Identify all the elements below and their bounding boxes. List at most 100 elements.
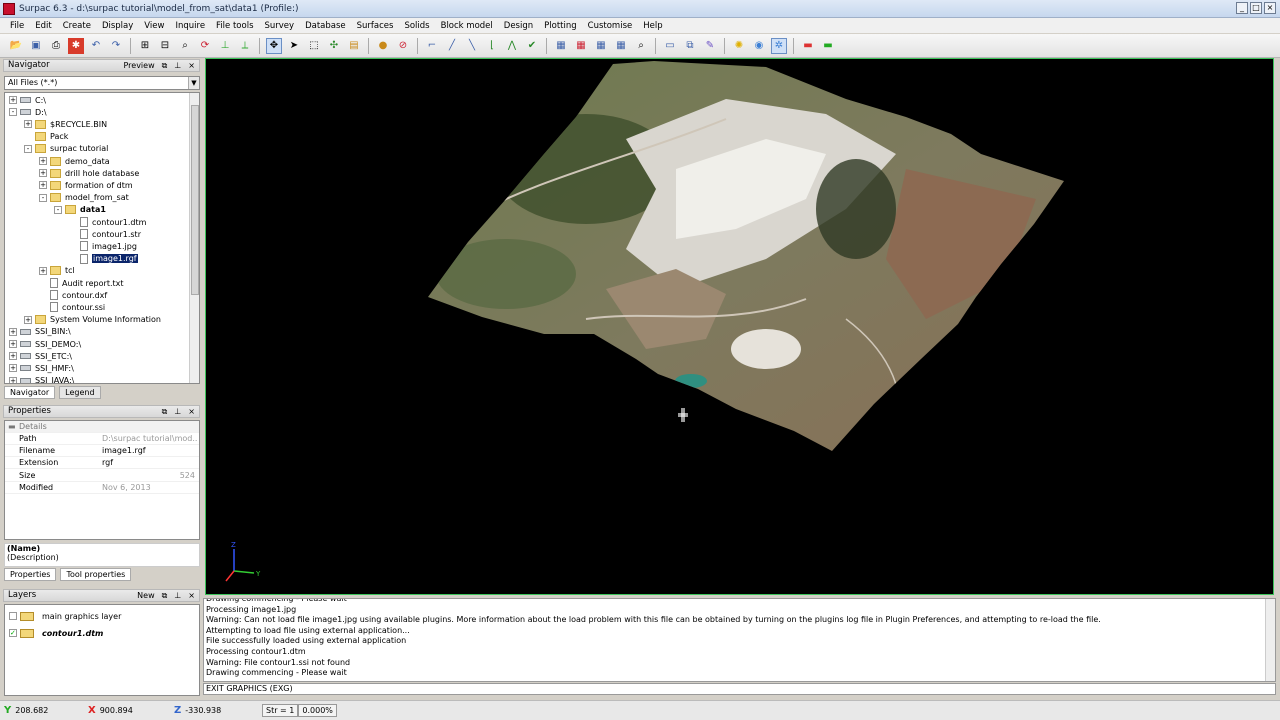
reset-icon[interactable]: ✱: [68, 37, 84, 54]
tree-item[interactable]: - model_from_sat: [39, 192, 129, 204]
expander-icon[interactable]: +: [9, 364, 17, 373]
tree-item[interactable]: + System Volume Information: [24, 314, 161, 326]
axis-icon[interactable]: ⊥: [217, 38, 233, 54]
network-icon[interactable]: ⧉: [682, 38, 698, 54]
menu-solids[interactable]: Solids: [404, 21, 429, 31]
pin-icon[interactable]: ⊥: [174, 590, 181, 601]
layers-icon[interactable]: ▤: [346, 38, 362, 54]
menu-customise[interactable]: Customise: [588, 21, 633, 31]
menu-edit[interactable]: Edit: [35, 21, 51, 31]
pin-icon[interactable]: ⊥: [174, 60, 181, 71]
grid-extents-icon[interactable]: ▦: [613, 38, 629, 54]
minimize-button[interactable]: _: [1236, 2, 1248, 14]
print-icon[interactable]: ⎙: [48, 38, 64, 54]
menu-display[interactable]: Display: [102, 21, 133, 31]
details-section[interactable]: ▬ Details: [5, 421, 199, 433]
expander-icon[interactable]: -: [9, 108, 17, 117]
point-icon[interactable]: ●: [375, 38, 391, 54]
tree-item[interactable]: - data1: [54, 204, 106, 216]
tree-item[interactable]: + demo_data: [39, 155, 110, 167]
expander-icon[interactable]: +: [39, 181, 47, 190]
expander-icon[interactable]: +: [9, 352, 17, 361]
file-filter-select[interactable]: All Files (*.*) ▼: [4, 76, 200, 90]
property-row[interactable]: Path D:\surpac tutorial\mod...: [5, 433, 199, 445]
grid-icon[interactable]: ▦: [553, 38, 569, 54]
chevron-down-icon[interactable]: ▼: [188, 77, 199, 89]
menu-survey[interactable]: Survey: [265, 21, 295, 31]
expander-icon[interactable]: +: [9, 340, 17, 348]
close-button[interactable]: ×: [1264, 2, 1276, 14]
tree-item[interactable]: contour.ssi: [39, 301, 105, 313]
tree-item[interactable]: + SSI_HMF:\: [9, 362, 74, 374]
property-row[interactable]: Size 524: [5, 470, 199, 482]
tree-item[interactable]: Audit report.txt: [39, 277, 124, 289]
expander-icon[interactable]: -: [24, 144, 32, 153]
pointer-icon[interactable]: ➤: [286, 38, 302, 54]
play-icon[interactable]: ▬: [820, 38, 836, 54]
string-icon[interactable]: ⋀: [504, 38, 520, 54]
select-mode-icon[interactable]: ✥: [266, 37, 282, 54]
tree-item[interactable]: + SSI_BIN:\: [9, 326, 71, 338]
pin-icon[interactable]: ⊥: [174, 406, 181, 417]
zoom-in-icon[interactable]: ⊞: [137, 38, 153, 54]
menu-plotting[interactable]: Plotting: [544, 21, 577, 31]
menu-block-model[interactable]: Block model: [441, 21, 493, 31]
expander-icon[interactable]: +: [9, 96, 17, 104]
tab-navigator[interactable]: Navigator: [4, 386, 56, 399]
tree-item[interactable]: image1.rgf: [69, 253, 138, 265]
property-row[interactable]: Modified Nov 6, 2013: [5, 482, 199, 494]
tree-item[interactable]: + tcl: [39, 265, 75, 277]
float-icon[interactable]: ⧉: [162, 60, 168, 71]
open-file-icon[interactable]: 📂: [8, 38, 24, 54]
view-options-icon[interactable]: ▭: [662, 38, 678, 54]
tree-item[interactable]: + SSI_JAVA:\: [9, 375, 74, 383]
axis-extents-icon[interactable]: ⟂: [237, 38, 253, 54]
layer-checkbox[interactable]: ✓: [9, 629, 17, 637]
menu-design[interactable]: Design: [504, 21, 533, 31]
light-icon[interactable]: ✺: [731, 38, 747, 54]
tab-properties[interactable]: Properties: [4, 568, 57, 581]
new-layer-button[interactable]: New: [137, 590, 154, 601]
property-row[interactable]: Filename image1.rgf: [5, 445, 199, 458]
menu-create[interactable]: Create: [63, 21, 91, 31]
close-panel-icon[interactable]: ×: [188, 590, 195, 601]
erase-icon[interactable]: ⊘: [395, 38, 411, 54]
tree-scrollbar[interactable]: [189, 93, 199, 383]
menu-surfaces[interactable]: Surfaces: [357, 21, 394, 31]
tab-tool-properties[interactable]: Tool properties: [60, 568, 132, 581]
tree-item[interactable]: + C:\: [9, 94, 46, 106]
tree-item[interactable]: + SSI_DEMO:\: [9, 338, 81, 350]
pencil-icon[interactable]: ✎: [702, 38, 718, 54]
preview-button[interactable]: Preview: [123, 60, 154, 71]
menu-help[interactable]: Help: [643, 21, 662, 31]
menu-inquire[interactable]: Inquire: [175, 21, 205, 31]
expander-icon[interactable]: -: [39, 193, 47, 202]
float-icon[interactable]: ⧉: [162, 590, 168, 601]
layer-checkbox[interactable]: [9, 612, 17, 620]
tree-item[interactable]: - D:\: [9, 106, 47, 118]
digitise-icon[interactable]: ⌐: [424, 38, 440, 54]
render-icon[interactable]: ✲: [771, 37, 787, 54]
expander-icon[interactable]: +: [39, 157, 47, 165]
line-icon[interactable]: ╱: [444, 38, 460, 54]
maximize-button[interactable]: □: [1250, 2, 1262, 14]
zoom-out-icon[interactable]: ⊟: [157, 38, 173, 54]
select-box-icon[interactable]: ⬚: [306, 38, 322, 54]
tree-item[interactable]: image1.jpg: [69, 240, 137, 252]
tree-item[interactable]: + SSI_ETC:\: [9, 350, 72, 362]
close-panel-icon[interactable]: ×: [188, 60, 195, 71]
tree-item[interactable]: contour1.str: [69, 228, 141, 240]
globe-icon[interactable]: ◉: [751, 38, 767, 54]
tab-legend[interactable]: Legend: [59, 386, 101, 399]
expander-icon[interactable]: -: [54, 205, 62, 214]
tree-item[interactable]: + $RECYCLE.BIN: [24, 118, 107, 130]
menu-view[interactable]: View: [144, 21, 164, 31]
expander-icon[interactable]: +: [39, 169, 47, 178]
tree-item[interactable]: contour.dxf: [39, 289, 107, 301]
property-row[interactable]: Extension rgf: [5, 457, 199, 470]
rotate-icon[interactable]: ⟳: [197, 38, 213, 54]
expander-icon[interactable]: +: [9, 376, 17, 383]
zoom-window-icon[interactable]: ⌕: [177, 38, 193, 54]
tree-item[interactable]: + drill hole database: [39, 167, 139, 179]
menu-file[interactable]: File: [10, 21, 24, 31]
